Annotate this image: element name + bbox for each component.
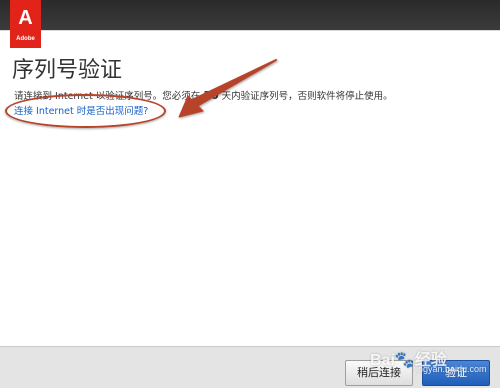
adobe-logo-mark: A: [18, 7, 33, 29]
verification-message: 请连接到 Internet 以验证序列号。您必须在 30 天内验证序列号，否则软…: [14, 88, 484, 102]
page-title: 序列号验证: [12, 58, 123, 83]
internet-help-link[interactable]: 连接 Internet 时是否出现问题?: [14, 103, 148, 117]
verify-button[interactable]: 验证: [422, 360, 490, 386]
connect-later-button[interactable]: 稍后连接: [345, 360, 413, 386]
message-days: 30: [203, 89, 219, 102]
footer-bar: 稍后连接 验证: [0, 346, 500, 388]
title-bar: [0, 0, 500, 31]
message-text-after: 天内验证序列号，否则软件将停止使用。: [218, 91, 393, 102]
adobe-logo-word: Adobe: [16, 36, 35, 42]
message-text-before: 请连接到 Internet 以验证序列号。您必须在: [14, 91, 204, 102]
adobe-logo: A Adobe: [10, 0, 41, 48]
